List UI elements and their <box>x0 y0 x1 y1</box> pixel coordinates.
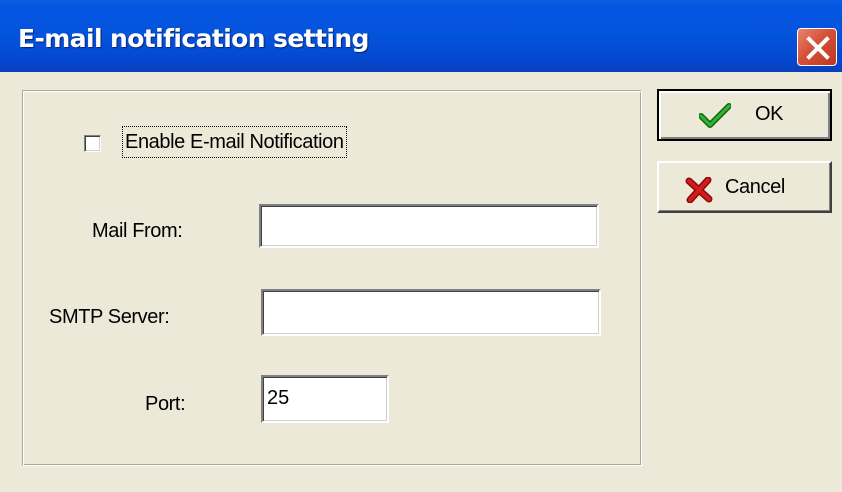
window-title: E-mail notification setting <box>18 24 369 53</box>
smtp-server-input[interactable] <box>261 289 601 336</box>
checkmark-icon <box>699 103 731 128</box>
close-icon <box>806 36 830 60</box>
close-button[interactable] <box>797 28 837 66</box>
enable-email-label[interactable]: Enable E-mail Notification <box>122 126 347 158</box>
cancel-button[interactable]: Cancel <box>657 161 832 213</box>
cancel-label: Cancel <box>725 176 785 198</box>
ok-label: OK <box>755 103 784 125</box>
port-label: Port: <box>145 393 186 415</box>
mail-from-input[interactable] <box>259 204 599 248</box>
enable-email-checkbox[interactable] <box>84 135 101 152</box>
x-icon <box>685 177 713 203</box>
port-input[interactable] <box>261 375 389 423</box>
ok-button[interactable]: OK <box>657 89 832 141</box>
dialog-window: E-mail notification setting Enable E-mai… <box>0 0 842 492</box>
title-bar[interactable]: E-mail notification setting <box>0 0 842 72</box>
smtp-server-label: SMTP Server: <box>49 306 170 328</box>
mail-from-label: Mail From: <box>92 220 183 242</box>
